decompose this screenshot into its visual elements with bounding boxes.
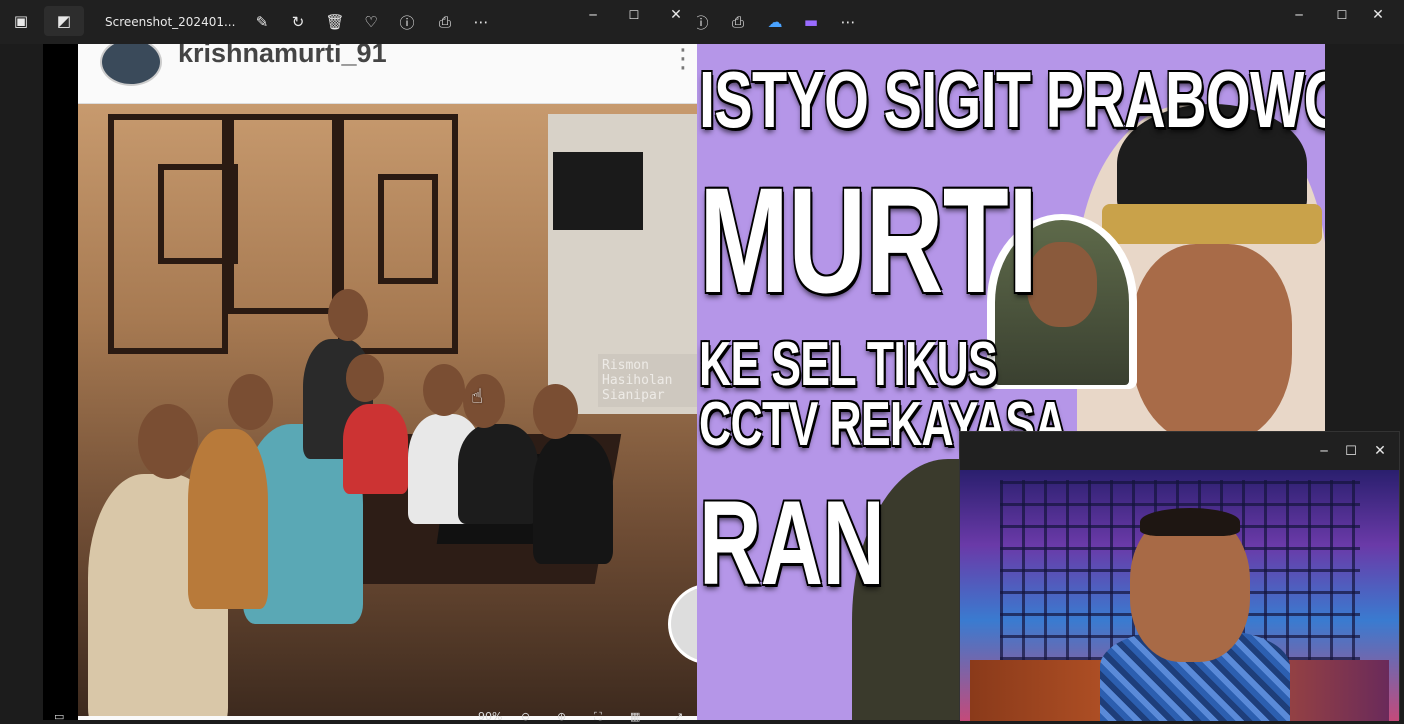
image-letterbox (43, 44, 78, 720)
close-button[interactable]: ✕ (1363, 0, 1393, 30)
ig-username[interactable]: krishnamurti_91 (178, 44, 387, 69)
photo-icon[interactable]: ◩ (44, 6, 84, 36)
gallery-icon[interactable]: ▣ (6, 6, 36, 36)
close-button[interactable]: ✕ (1365, 436, 1395, 466)
minimize-button[interactable]: ─ (1284, 0, 1314, 30)
zoom-out-icon[interactable]: ⊖ (521, 710, 530, 723)
instagram-screenshot: krishnamurti_91 ⋮ Rismon Hasiholan Siani… (78, 44, 697, 720)
zoom-level: 90% (478, 710, 503, 723)
maximize-button[interactable]: ☐ (619, 0, 649, 30)
edit-image-icon[interactable]: ✎ (247, 7, 277, 37)
minimize-button[interactable]: ─ (578, 0, 608, 30)
front-window-titlebar: ▣ ◩ Screenshot_202401... ✎ ↻ 🗑 ♡ ⓘ ⎙ ⋯ ─… (0, 0, 697, 44)
rotate-icon[interactable]: ↻ (283, 7, 313, 37)
onedrive-icon[interactable]: ☁ (760, 7, 790, 37)
window-title: Screenshot_202401... (105, 15, 236, 29)
ig-post-header: krishnamurti_91 ⋮ (78, 44, 697, 104)
more-icon[interactable]: ⋯ (466, 7, 496, 37)
poster-line1: ISTYO SIGIT PRABOWO (699, 55, 1325, 144)
meeting-photo: Rismon Hasiholan Sianipar (78, 104, 697, 716)
watermark-text: Rismon Hasiholan Sianipar (598, 354, 697, 407)
favorite-icon[interactable]: ♡ (356, 7, 386, 37)
print-icon[interactable]: ⎙ (430, 7, 460, 37)
print-icon[interactable]: ⎙ (723, 7, 753, 37)
maximize-button[interactable]: ☐ (1336, 436, 1366, 466)
poster-line5: RAN (699, 476, 885, 610)
fit-icon[interactable]: ⛶ (594, 710, 602, 724)
avatar[interactable] (100, 44, 162, 86)
filmstrip-icon[interactable]: ▭ (54, 710, 64, 723)
ig-menu-icon[interactable]: ⋮ (670, 44, 696, 74)
poster-line2: MURTI (699, 156, 1038, 324)
zoom-in-icon[interactable]: ⊕ (557, 710, 566, 723)
hand-cursor-icon: ☝ (471, 384, 484, 408)
delete-icon[interactable]: 🗑 (320, 7, 350, 37)
webcam-titlebar: ─ ☐ ✕ (960, 432, 1399, 470)
back-window-titlebar: ⓘ ⎙ ☁ ▬ ⋯ ─ ☐ ✕ (693, 0, 1404, 44)
close-button[interactable]: ✕ (661, 0, 691, 30)
maximize-button[interactable]: ☐ (1327, 0, 1357, 30)
more-icon[interactable]: ⋯ (833, 7, 863, 37)
minimize-button[interactable]: ─ (1309, 436, 1339, 466)
actual-size-icon[interactable]: ▦ (630, 710, 640, 723)
clipchamp-icon[interactable]: ▬ (796, 7, 826, 37)
info-icon[interactable]: ⓘ (392, 7, 422, 37)
front-photos-window: ▣ ◩ Screenshot_202401... ✎ ↻ 🗑 ♡ ⓘ ⎙ ⋯ ─… (0, 0, 697, 723)
fullscreen-icon[interactable]: ↗ (674, 710, 683, 723)
webcam-video (960, 470, 1399, 721)
webcam-window: ─ ☐ ✕ (959, 431, 1400, 721)
